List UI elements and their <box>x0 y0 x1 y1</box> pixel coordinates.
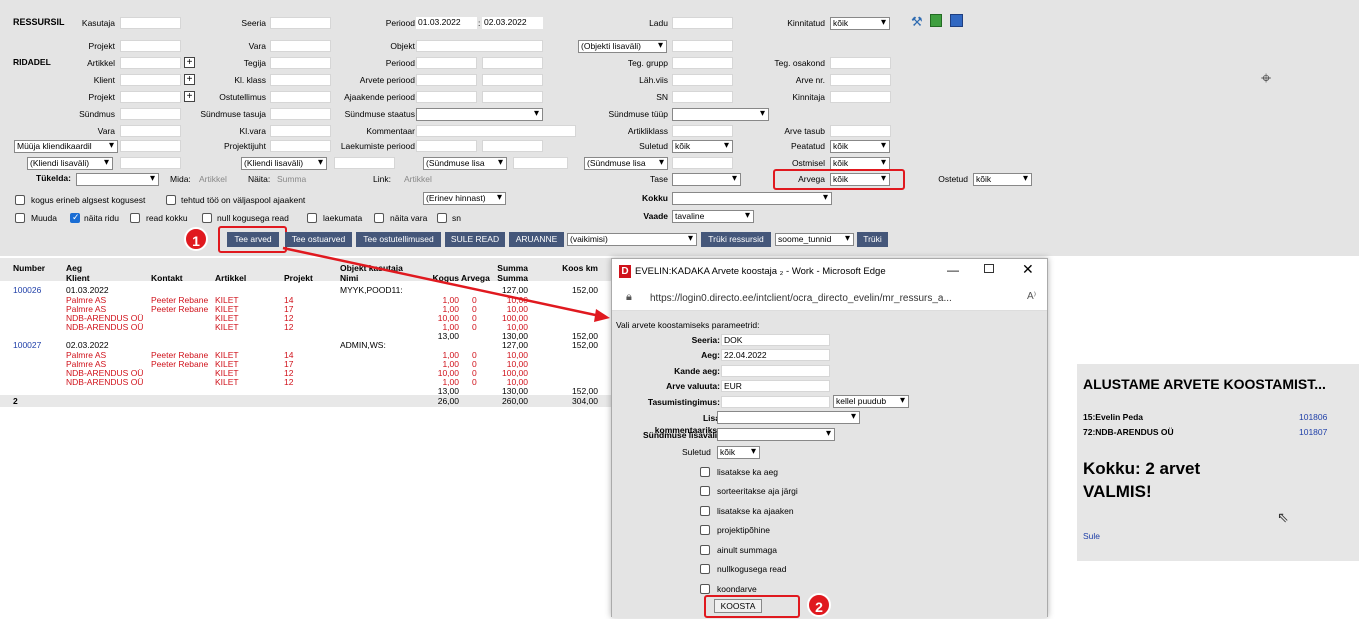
result-kokku: Kokku: 2 arvet <box>1083 459 1201 478</box>
result-row1-name: 15:Evelin Peda <box>1083 412 1144 422</box>
sule-link-text[interactable]: Sule <box>1083 531 1100 541</box>
result-row2-name: 72:NDB-ARENDUS OÜ <box>1083 427 1174 437</box>
result-title: ALUSTAME ARVETE KOOSTAMIST... <box>1083 376 1326 392</box>
result-row2-number-link[interactable]: 101807 <box>1299 427 1327 437</box>
result-panel: ALUSTAME ARVETE KOOSTAMIST... 15:Evelin … <box>1077 364 1359 561</box>
result-row1-number[interactable]: 101806 <box>1299 412 1327 422</box>
arrow-line <box>282 246 601 318</box>
arrow-head <box>594 309 610 322</box>
result-row1-number-link[interactable]: 101806 <box>1299 412 1327 422</box>
sule-link[interactable]: Sule <box>1083 531 1100 541</box>
result-row2-number[interactable]: 101807 <box>1299 427 1327 437</box>
mouse-pointer-icon: ⇖ <box>1277 509 1289 525</box>
result-valmis: VALMIS! <box>1083 482 1152 501</box>
